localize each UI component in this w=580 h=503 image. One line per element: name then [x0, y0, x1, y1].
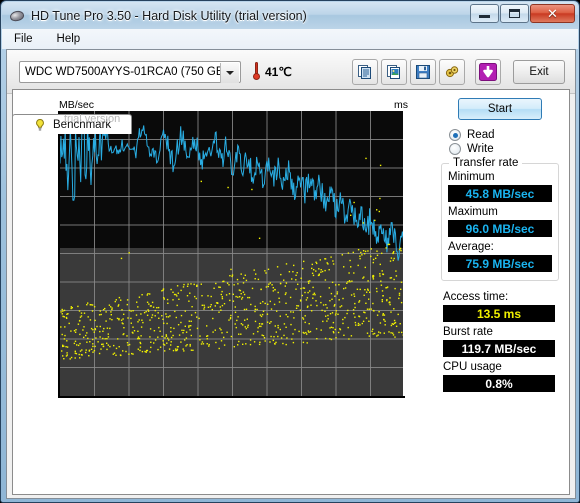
- toolbar: WDC WD7500AYYS-01RCA0 (750 GB) 41℃ Exit: [7, 50, 575, 94]
- gear-icon: [445, 66, 459, 78]
- download-button[interactable]: [475, 59, 501, 85]
- radio-write-label: Write: [467, 143, 494, 155]
- start-button[interactable]: Start: [458, 98, 542, 120]
- exit-button-label: Exit: [529, 66, 549, 78]
- screenshot-copy-button[interactable]: [381, 59, 407, 85]
- client-area: WDC WD7500AYYS-01RCA0 (750 GB) 41℃ Exit …: [6, 49, 576, 499]
- access-time-label: Access time:: [443, 291, 509, 303]
- burst-rate-label: Burst rate: [443, 326, 493, 338]
- menu-bar: File Help: [2, 29, 578, 49]
- close-icon: ✕: [547, 5, 558, 21]
- chevron-down-icon[interactable]: [220, 63, 239, 83]
- y-axis-label-left: MB/sec: [59, 99, 95, 111]
- copy-icon: [358, 65, 371, 79]
- access-time-value: 13.5 ms: [443, 305, 555, 322]
- floppy-save-icon: [416, 65, 430, 79]
- lightbulb-icon: [33, 118, 47, 132]
- radio-read-indicator: [449, 129, 461, 141]
- radio-write-indicator: [449, 143, 461, 155]
- benchmark-panel: MB/sec ms trial version 1020304050607080…: [12, 89, 570, 495]
- radio-write[interactable]: Write: [449, 143, 563, 155]
- extra-stats: Access time: 13.5 ms Burst rate 119.7 MB…: [443, 291, 555, 392]
- trial-watermark: trial version: [64, 113, 121, 125]
- maximum-value: 96.0 MB/sec: [448, 220, 552, 237]
- drive-select[interactable]: WDC WD7500AYYS-01RCA0 (750 GB): [19, 61, 241, 83]
- results-sidebar: Start Read Write Transfer rate Minimum 4…: [437, 98, 563, 392]
- radio-read-label: Read: [467, 129, 495, 141]
- plot-area: trial version 10203040506070809010051015…: [58, 111, 403, 396]
- settings-button[interactable]: [439, 59, 465, 85]
- temperature-value: 41℃: [265, 64, 292, 79]
- y-axis-label-right: ms: [394, 99, 408, 111]
- window-title: HD Tune Pro 3.50 - Hard Disk Utility (tr…: [31, 8, 307, 23]
- minimize-icon: [479, 15, 490, 18]
- transfer-rate-legend: Transfer rate: [449, 157, 523, 169]
- maximize-icon: [509, 9, 520, 18]
- menu-item-file[interactable]: File: [12, 31, 43, 47]
- minimum-value: 45.8 MB/sec: [448, 185, 552, 202]
- thermometer-icon: [252, 62, 261, 81]
- app-window: HD Tune Pro 3.50 - Hard Disk Utility (tr…: [0, 0, 580, 503]
- plot-svg: [60, 111, 403, 396]
- start-button-label: Start: [487, 103, 513, 115]
- toolbar-buttons: Exit: [352, 59, 565, 85]
- copy-button[interactable]: [352, 59, 378, 85]
- download-arrow-icon: [479, 63, 497, 81]
- maximum-label: Maximum: [448, 206, 498, 218]
- transfer-rate-group: Transfer rate Minimum 45.8 MB/sec Maximu…: [441, 157, 559, 281]
- x-axis-line: [58, 396, 405, 398]
- benchmark-chart: MB/sec ms trial version 1020304050607080…: [31, 99, 431, 424]
- temperature-indicator: 41℃: [252, 62, 292, 81]
- minimize-button[interactable]: [470, 4, 499, 23]
- burst-rate-value: 119.7 MB/sec: [443, 340, 555, 357]
- cpu-usage-value: 0.8%: [443, 375, 555, 392]
- maximize-button[interactable]: [500, 4, 529, 23]
- close-button[interactable]: ✕: [530, 4, 575, 23]
- average-value: 75.9 MB/sec: [448, 255, 552, 272]
- minimum-label: Minimum: [448, 171, 495, 183]
- average-label: Average:: [448, 241, 494, 253]
- exit-button[interactable]: Exit: [513, 60, 565, 84]
- drive-select-value: WDC WD7500AYYS-01RCA0 (750 GB): [25, 66, 228, 78]
- cpu-usage-label: CPU usage: [443, 361, 502, 373]
- radio-read[interactable]: Read: [449, 129, 563, 141]
- menu-item-help[interactable]: Help: [55, 31, 91, 47]
- save-button[interactable]: [410, 59, 436, 85]
- window-controls: ✕: [470, 4, 575, 23]
- title-bar: HD Tune Pro 3.50 - Hard Disk Utility (tr…: [2, 2, 578, 29]
- harddisk-icon: [9, 8, 25, 24]
- image-copy-icon: [387, 65, 400, 79]
